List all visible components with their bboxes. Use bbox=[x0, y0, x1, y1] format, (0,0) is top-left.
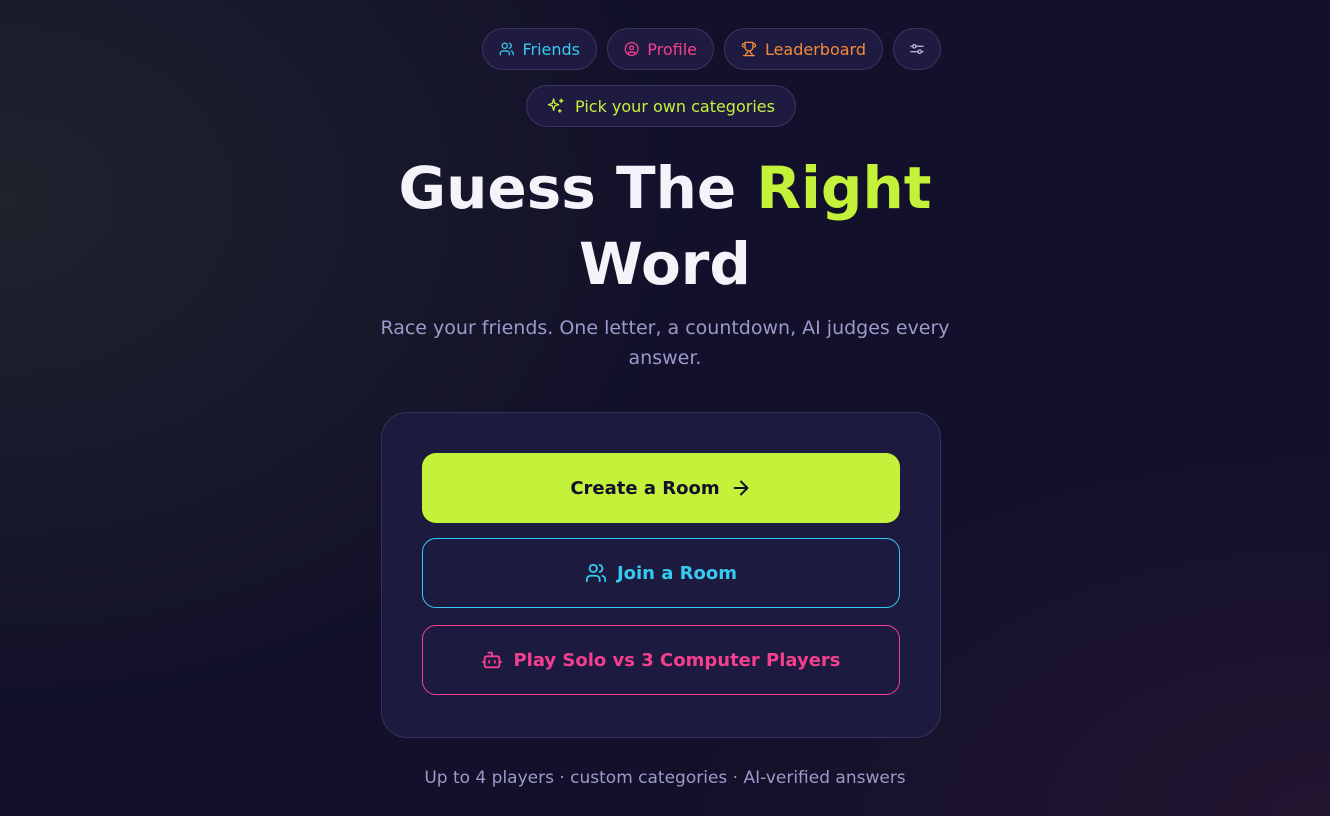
users-icon bbox=[585, 563, 607, 583]
top-nav: Friends Profile Leaderboard bbox=[482, 28, 941, 70]
leaderboard-label: Leaderboard bbox=[764, 39, 866, 59]
profile-label: Profile bbox=[647, 39, 697, 59]
users-icon bbox=[499, 42, 514, 56]
user-circle-icon bbox=[624, 42, 639, 56]
profile-button[interactable]: Profile bbox=[607, 28, 714, 70]
play-solo-label: Play Solo vs 3 Computer Players bbox=[513, 649, 841, 671]
title-accent: Right bbox=[756, 154, 932, 222]
friends-label: Friends bbox=[522, 39, 580, 59]
title-part-1: Guess The bbox=[398, 154, 757, 222]
bot-icon bbox=[482, 651, 503, 669]
leaderboard-button[interactable]: Leaderboard bbox=[724, 28, 883, 70]
pick-categories-label: Pick your own categories bbox=[575, 96, 775, 116]
title-part-2: Word bbox=[579, 230, 751, 298]
create-room-label: Create a Room bbox=[570, 477, 720, 499]
friends-button[interactable]: Friends bbox=[482, 28, 597, 70]
play-solo-button[interactable]: Play Solo vs 3 Computer Players bbox=[422, 625, 900, 695]
footer-tagline: Up to 4 players · custom categories · AI… bbox=[424, 768, 906, 788]
pick-categories-button[interactable]: Pick your own categories bbox=[526, 85, 796, 127]
create-room-button[interactable]: Create a Room bbox=[422, 453, 900, 523]
settings-button[interactable] bbox=[893, 28, 941, 70]
join-room-label: Join a Room bbox=[616, 562, 738, 584]
sparkles-icon bbox=[547, 98, 564, 113]
page-subtitle: Race your friends. One letter, a countdo… bbox=[380, 317, 950, 369]
sliders-icon bbox=[910, 44, 924, 54]
page-title: Guess The Right Word bbox=[0, 150, 1330, 302]
actions-card: Create a Room Join a Room Play Solo vs 3… bbox=[381, 412, 941, 738]
arrow-right-icon bbox=[733, 480, 749, 496]
join-room-button[interactable]: Join a Room bbox=[422, 538, 900, 608]
trophy-icon bbox=[741, 41, 757, 57]
